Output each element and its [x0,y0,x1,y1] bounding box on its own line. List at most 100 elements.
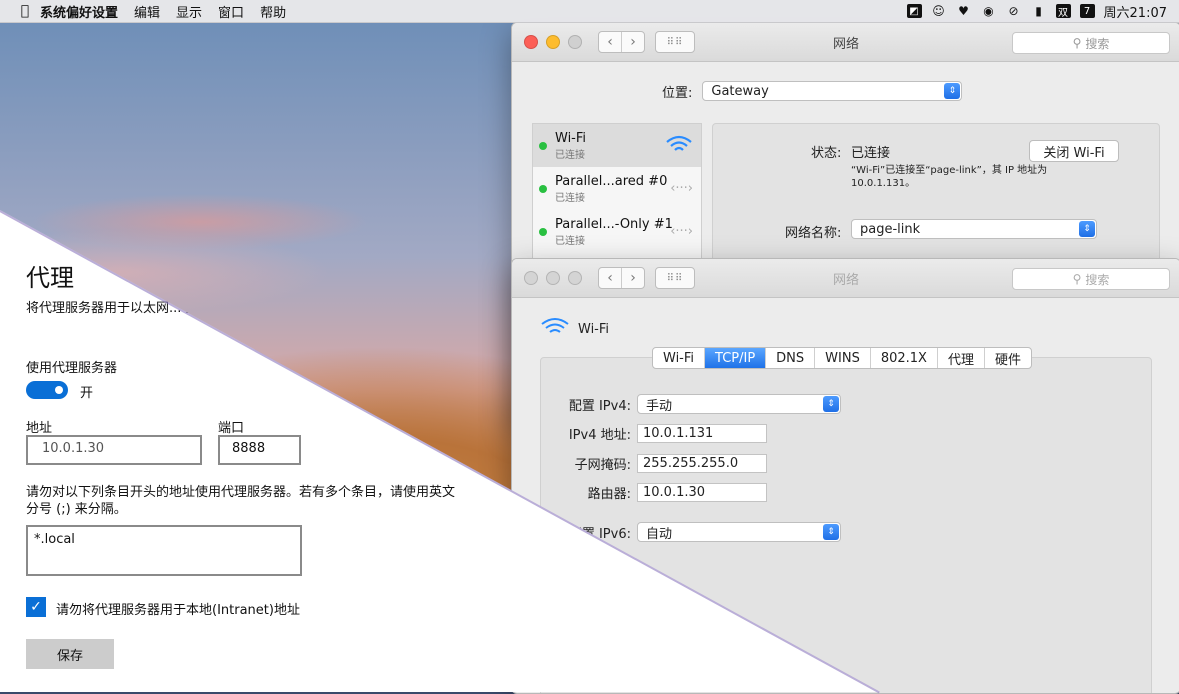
subnet-mask-row: 子网掩码: 255.255.255.0 [512,454,767,473]
use-proxy-toggle[interactable] [26,381,68,399]
menu-app-name[interactable]: 系统偏好设置 [40,2,118,21]
use-proxy-label: 使用代理服务器 [26,361,118,376]
network-name-value: page-link [860,221,921,237]
status-dot-green [539,184,547,193]
tray-face-icon[interactable]: ☺ [931,3,947,19]
subnet-mask-field[interactable]: 255.255.255.0 [637,454,767,473]
tab-bar: Wi-Fi TCP/IP DNS WINS 802.1X 代理 硬件 [652,347,1032,369]
status-tray: ◩ ☺ ♥ ◉ ⊘ ▮ 双 7 周六21:07 [906,2,1167,21]
tray-leaf-icon[interactable]: ♥ [956,3,972,19]
menu-edit[interactable]: 编辑 [134,2,160,21]
forward-button[interactable]: › [621,32,644,52]
location-row: 位置: Gateway ⇕ [662,81,963,101]
tab-hardware[interactable]: 硬件 [983,348,1031,368]
bypass-local-checkbox[interactable]: ✓ [26,597,46,617]
input-method-badge[interactable]: 双 [1055,4,1071,19]
location-label: 位置: [662,85,693,101]
forward-button[interactable]: › [621,268,644,288]
wifi-icon [665,134,693,161]
interface-name: Wi-Fi [578,321,610,337]
router-row: 路由器: 10.0.1.30 [512,483,767,502]
service-status: 已连接 [555,192,585,204]
ipv4-address-label: IPv4 地址: [568,428,631,443]
ipv4-address-row: IPv4 地址: 10.0.1.131 [512,424,767,443]
status-detail: “Wi-Fi”已连接至“page-link”，其 IP 地址为 10.0.1.1… [851,165,1048,189]
service-name: Parallel...-Only #1 [555,216,673,232]
show-all-grid-icon[interactable]: ⠿⠿ [655,31,695,53]
back-button[interactable]: ‹ [599,32,621,52]
ipv4-address-field[interactable]: 10.0.1.131 [637,424,767,443]
address-input[interactable]: 10.0.1.30 [26,435,202,465]
tab-tcpip[interactable]: TCP/IP [704,348,766,368]
search-placeholder: 搜索 [1085,36,1110,51]
ethernet-icon: ‹···› [670,181,693,196]
menu-clock[interactable]: 周六21:07 [1104,2,1167,21]
router-field[interactable]: 10.0.1.30 [637,483,767,502]
minimize-button[interactable] [546,271,560,285]
chevron-updown-icon: ⇕ [823,524,839,540]
page-title: 代理 [26,264,74,292]
port-input[interactable]: 8888 [218,435,301,465]
location-value: Gateway [711,83,769,99]
configure-ipv6-select[interactable]: 自动 ⇕ [637,522,841,542]
service-name: Parallel...ared #0 [555,173,668,189]
wifi-icon [540,317,570,341]
service-status: 已连接 [555,235,585,247]
tab-wins[interactable]: WINS [814,348,870,368]
configure-ipv4-label: 配置 IPv4: [568,398,631,414]
exceptions-textarea[interactable]: *.local [26,525,302,576]
search-icon: ⚲ [1072,36,1082,50]
tab-proxy[interactable]: 代理 [936,348,984,368]
search-placeholder: 搜索 [1085,272,1110,287]
minimize-button[interactable] [546,35,560,49]
service-item-wifi[interactable]: Wi-Fi 已连接 [533,124,701,167]
tab-8021x[interactable]: 802.1X [869,348,937,368]
search-field[interactable]: ⚲ 搜索 [1012,32,1170,54]
status-dot-green [539,141,547,150]
tray-compass-icon[interactable]: ⊘ [1006,3,1022,19]
chevron-updown-icon: ⇕ [944,83,961,99]
tray-app-icon[interactable]: ◩ [906,4,922,18]
back-button[interactable]: ‹ [599,268,621,288]
calendar-badge[interactable]: 7 [1079,4,1095,18]
service-list: Wi-Fi 已连接 Parallel...ared #0 已连接 ‹···› P… [532,123,702,265]
chevron-updown-icon: ⇕ [823,396,839,412]
close-button[interactable] [524,35,538,49]
configure-ipv4-value: 手动 [646,398,673,414]
status-dot-green [539,227,547,236]
save-button[interactable]: 保存 [26,639,114,669]
bypass-local-label: 请勿将代理服务器用于本地(Intranet)地址 [56,603,300,618]
zoom-button[interactable] [568,271,582,285]
menu-view[interactable]: 显示 [176,2,202,21]
zoom-button[interactable] [568,35,582,49]
turn-off-wifi-button[interactable]: 关闭 Wi-Fi [1029,140,1119,162]
service-item-parallels-shared[interactable]: Parallel...ared #0 已连接 ‹···› [533,167,701,210]
subnet-mask-label: 子网掩码: [574,458,631,473]
status-value: 已连接 [851,146,891,161]
window-titlebar: ‹ › ⠿⠿ 网络 ⚲ 搜索 [512,259,1179,298]
location-select[interactable]: Gateway ⇕ [702,81,963,101]
status-label: 状态: [811,146,842,161]
tab-wifi[interactable]: Wi-Fi [653,348,704,368]
network-name-label: 网络名称: [785,226,842,241]
menu-bar:  系统偏好设置 编辑 显示 窗口 帮助 ◩ ☺ ♥ ◉ ⊘ ▮ 双 7 周六2… [0,0,1179,23]
service-item-parallels-hostonly[interactable]: Parallel...-Only #1 已连接 ‹···› [533,210,701,253]
tray-location-icon[interactable]: ◉ [981,3,997,19]
configure-ipv6-value: 自动 [646,526,673,542]
apple-icon[interactable]:  [10,3,40,19]
search-icon: ⚲ [1072,272,1082,286]
network-name-select[interactable]: page-link ⇕ [851,219,1097,239]
close-button[interactable] [524,271,538,285]
service-detail-pane: 状态: 已连接 关闭 Wi-Fi “Wi-Fi”已连接至“page-link”，… [712,123,1160,265]
menu-window[interactable]: 窗口 [218,2,244,21]
configure-ipv4-select[interactable]: 手动 ⇕ [637,394,841,414]
service-name: Wi-Fi [555,130,587,146]
search-field[interactable]: ⚲ 搜索 [1012,268,1170,290]
port-label: 端口 [218,421,245,436]
tray-bookmark-icon[interactable]: ▮ [1031,3,1047,19]
toggle-state: 开 [80,386,94,401]
show-all-grid-icon[interactable]: ⠿⠿ [655,267,695,289]
chevron-updown-icon: ⇕ [1079,221,1095,237]
tab-dns[interactable]: DNS [765,348,814,368]
menu-help[interactable]: 帮助 [260,2,286,21]
